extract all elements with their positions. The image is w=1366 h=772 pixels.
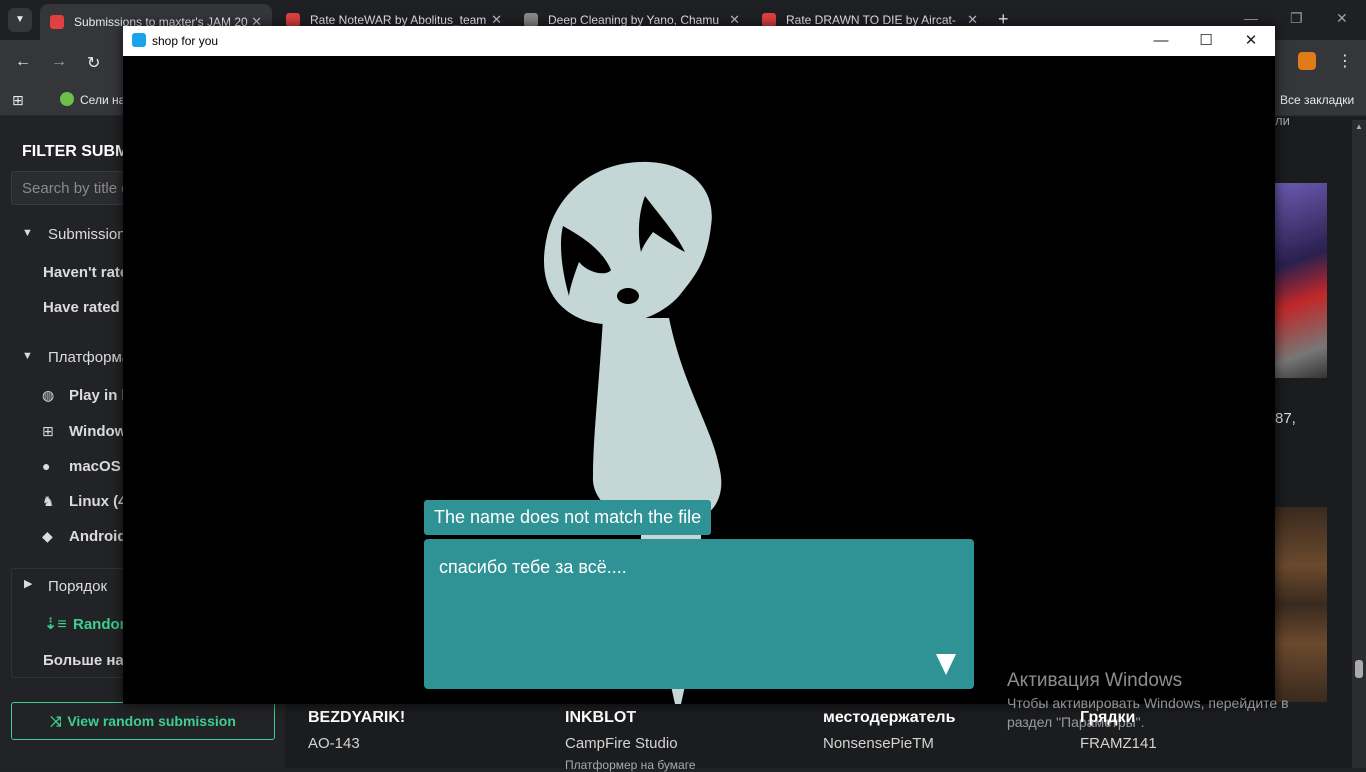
platforms-chevron-icon[interactable]: ▼	[22, 350, 33, 362]
card-author[interactable]: FRAMZ141	[1080, 735, 1157, 752]
card-description: Платформер на бумаге	[565, 758, 696, 772]
search-placeholder: Search by title o	[22, 180, 130, 197]
platform-linux[interactable]: Linux (4	[69, 493, 127, 510]
platform-android[interactable]: Android	[69, 528, 127, 545]
page-scrollbar[interactable]: ▲	[1352, 120, 1366, 768]
browser-restore-icon[interactable]: ❐	[1290, 10, 1303, 27]
menu-icon[interactable]: ⋮	[1337, 51, 1353, 71]
game-canvas[interactable]: The name does not match the file спасибо…	[123, 56, 1275, 704]
random-button-label: View random submission	[67, 713, 236, 729]
ghost-body	[592, 318, 722, 525]
game-app-icon	[132, 33, 146, 47]
extension-icon[interactable]	[1298, 52, 1316, 70]
bookmark-item[interactable]: Сели на	[80, 93, 125, 107]
tab-search-button[interactable]: ▼	[8, 8, 32, 32]
card-title[interactable]: INKBLOT	[565, 709, 636, 727]
order-chevron-icon[interactable]: ▶	[24, 577, 32, 590]
apple-icon: ●	[42, 458, 51, 474]
itch-favicon-icon	[50, 15, 64, 29]
windows-icon: ⊞	[42, 423, 54, 439]
itch-favicon-icon	[286, 13, 300, 27]
browser-minimize-icon[interactable]: —	[1244, 10, 1258, 26]
dialog-text: спасибо тебе за всё....	[439, 557, 627, 577]
filter-havent-rated[interactable]: Haven't rate	[43, 264, 128, 281]
game-titlebar[interactable]: shop for you — ☐ ✕	[123, 26, 1275, 56]
card-author[interactable]: CampFire Studio	[565, 735, 678, 752]
activation-line1: Чтобы активировать Windows, перейдите в	[1007, 695, 1289, 711]
order-section[interactable]: Порядок	[48, 578, 107, 595]
scrollbar-thumb[interactable]	[1355, 660, 1363, 678]
forward-icon[interactable]: →	[51, 53, 67, 71]
right-edge-text: 87,	[1275, 410, 1296, 427]
minimize-icon[interactable]: —	[1150, 30, 1172, 52]
platform-web[interactable]: Play in b	[69, 387, 131, 404]
dialog-box[interactable]: спасибо тебе за всё....	[424, 539, 974, 689]
all-bookmarks-link[interactable]: Все закладки	[1280, 93, 1354, 107]
activation-title: Активация Windows	[1007, 670, 1183, 691]
tab-label: Rate DRAWN TO DIE by Aircat-	[786, 13, 956, 27]
reload-icon[interactable]: ↻	[87, 53, 100, 73]
close-icon[interactable]: ✕	[1240, 30, 1262, 52]
linux-icon: ♞	[42, 493, 55, 509]
card-author[interactable]: NonsensePieTM	[823, 735, 934, 752]
game-thumbnail[interactable]	[1275, 183, 1327, 378]
right-edge-small: ли	[1275, 113, 1290, 128]
speaker-name-box: The name does not match the file	[424, 500, 712, 535]
browser-close-icon[interactable]: ✕	[1336, 10, 1348, 27]
card-author[interactable]: AO-143	[308, 735, 360, 752]
card-title[interactable]: местодержатель	[823, 709, 955, 727]
apps-icon[interactable]: ⊞	[12, 92, 24, 109]
platform-macos[interactable]: macOS (	[69, 458, 130, 475]
maximize-icon[interactable]: ☐	[1195, 30, 1217, 52]
ghost-nose	[617, 288, 639, 304]
globe-icon: ◍	[42, 387, 55, 403]
submissions-section[interactable]: Submissions	[48, 226, 133, 243]
submissions-chevron-icon[interactable]: ▼	[22, 227, 33, 239]
activation-line2: раздел "Параметры".	[1007, 714, 1145, 730]
itch-favicon-icon	[762, 13, 776, 27]
advance-arrow-icon[interactable]	[935, 652, 957, 676]
android-icon: ◆	[42, 528, 53, 544]
platforms-section[interactable]: Платформа	[48, 349, 130, 366]
windows-activation-watermark: Активация Windows Чтобы активировать Win…	[1007, 670, 1289, 730]
page-favicon-icon	[524, 13, 538, 27]
card-title[interactable]: BEZDYARIK!	[308, 709, 405, 727]
scrollbar-up-icon[interactable]: ▲	[1355, 122, 1363, 131]
filter-heading: FILTER SUBM	[22, 143, 129, 160]
shuffle-icon: ⤨	[50, 712, 62, 729]
tab-label: Rate NoteWAR by Abolitus_team	[310, 13, 487, 27]
game-window: shop for you — ☐ ✕ The name does not mat…	[123, 26, 1275, 704]
view-random-submission-button[interactable]: ⤨ View random submission	[11, 702, 275, 740]
sort-icon: ⇣≡	[44, 616, 67, 633]
platform-windows[interactable]: Window	[69, 423, 126, 440]
filter-have-rated[interactable]: Have rated (	[43, 299, 129, 316]
game-window-title: shop for you	[152, 34, 219, 48]
bookmark-favicon-icon	[60, 92, 74, 106]
back-icon[interactable]: ←	[15, 53, 31, 71]
tab-label: Deep Cleaning by Yano, Chamu	[548, 13, 719, 27]
more-settings[interactable]: Больше нас	[43, 652, 132, 669]
